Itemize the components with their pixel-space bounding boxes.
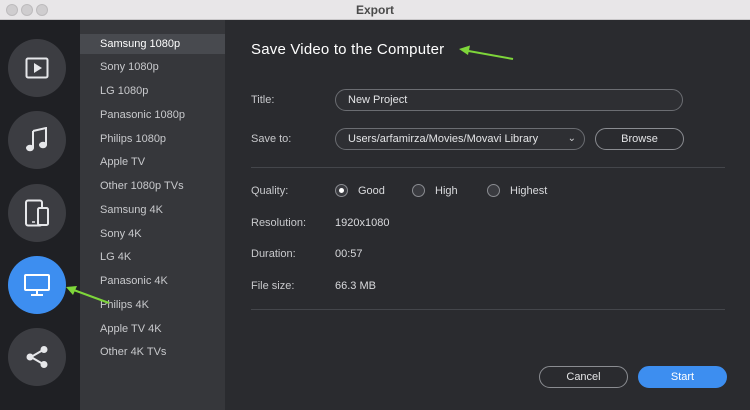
radio-dot — [412, 184, 425, 197]
cancel-button[interactable]: Cancel — [539, 366, 628, 388]
preset-item[interactable]: Apple TV 4K — [80, 319, 225, 339]
preset-item[interactable]: LG 1080p — [80, 81, 225, 101]
page-title: Save Video to the Computer — [251, 41, 445, 58]
preset-item[interactable]: Other 4K TVs — [80, 342, 225, 362]
browse-button[interactable]: Browse — [595, 128, 684, 150]
rail-item-share[interactable] — [8, 328, 66, 386]
preset-item[interactable]: Sony 1080p — [80, 57, 225, 77]
duration-value: 00:57 — [335, 248, 363, 260]
rail-item-computer[interactable] — [8, 256, 66, 314]
annotation-arrow-heading — [459, 45, 514, 60]
file-size-label: File size: — [251, 280, 295, 292]
radio-dot — [487, 184, 500, 197]
radio-dot — [335, 184, 348, 197]
quality-label: Quality: — [251, 185, 289, 197]
rail-item-audio[interactable] — [8, 111, 66, 169]
devices-icon — [25, 199, 49, 227]
radio-label: Good — [358, 184, 385, 197]
save-to-label: Save to: — [251, 133, 292, 145]
annotation-arrow-computer — [66, 286, 110, 304]
preset-item[interactable]: Apple TV — [80, 152, 225, 172]
radio-label: Highest — [510, 184, 548, 197]
rail-item-devices[interactable] — [8, 184, 66, 242]
quality-good-radio[interactable]: Good — [335, 184, 385, 197]
start-button[interactable]: Start — [638, 366, 727, 388]
resolution-value: 1920x1080 — [335, 217, 390, 229]
radio-label: High — [435, 184, 458, 197]
preset-item[interactable]: Other 1080p TVs — [80, 176, 225, 196]
title-input[interactable] — [335, 89, 683, 111]
preset-item[interactable]: Panasonic 1080p — [80, 105, 225, 125]
music-note-icon — [26, 127, 47, 152]
chevron-down-icon: ⌄ — [567, 133, 576, 144]
export-settings-panel: Save Video to the Computer Title: Save t… — [225, 20, 750, 410]
file-size-value: 66.3 MB — [335, 280, 376, 292]
play-icon — [25, 57, 49, 79]
title-bar: Export — [0, 0, 750, 20]
divider — [251, 167, 725, 168]
duration-label: Duration: — [251, 248, 296, 260]
preset-item[interactable]: Samsung 1080p — [80, 34, 225, 54]
rail-item-video[interactable] — [8, 39, 66, 97]
window-title: Export — [355, 3, 394, 17]
quality-highest-radio[interactable]: Highest — [487, 184, 547, 197]
resolution-label: Resolution: — [251, 217, 307, 229]
preset-item[interactable]: Samsung 4K — [80, 200, 225, 220]
preset-item[interactable]: Sony 4K — [80, 224, 225, 244]
share-icon — [26, 346, 48, 368]
title-label: Title: — [251, 94, 275, 106]
save-to-path: Users/arfamirza/Movies/Movavi Library — [348, 133, 539, 145]
export-category-rail — [0, 20, 80, 410]
preset-item[interactable]: Philips 1080p — [80, 129, 225, 149]
preset-item[interactable]: LG 4K — [80, 247, 225, 267]
monitor-icon — [24, 274, 50, 296]
quality-high-radio[interactable]: High — [412, 184, 458, 197]
save-to-dropdown[interactable]: Users/arfamirza/Movies/Movavi Library ⌄ — [335, 128, 585, 150]
divider — [251, 309, 725, 310]
device-preset-list: Samsung 1080p Sony 1080p LG 1080p Panaso… — [80, 20, 225, 410]
